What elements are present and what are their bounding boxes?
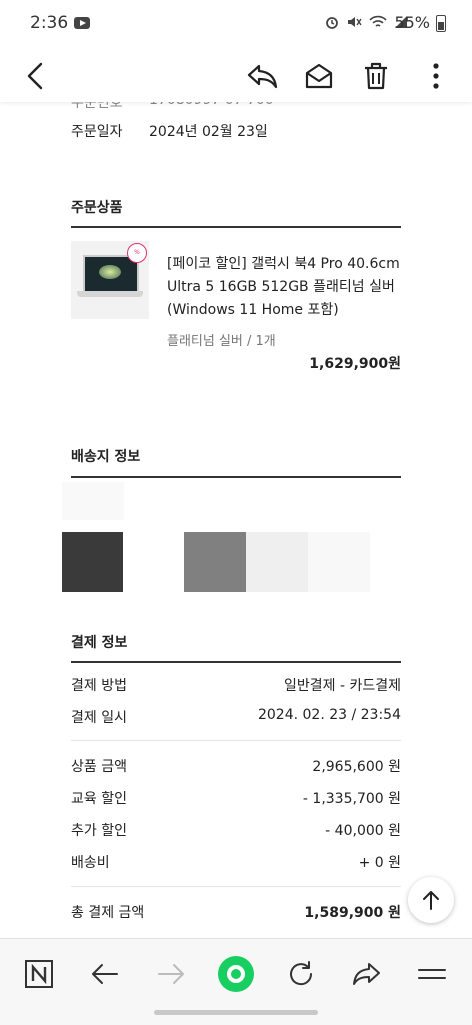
redacted-shipping-info [62, 532, 123, 592]
payment-item-row: 추가 할인 - 40,000 원 [71, 823, 401, 839]
share-icon[interactable] [345, 952, 389, 996]
product-section-title: 주문상품 [71, 200, 123, 216]
more-icon[interactable] [416, 56, 456, 96]
redacted-shipping-info [246, 532, 308, 592]
payment-divider [71, 886, 401, 887]
payment-total-label: 총 결제 금액 [71, 905, 145, 921]
redacted-shipping-info [184, 532, 246, 592]
payment-method-label: 결제 방법 [71, 678, 127, 694]
discount-badge-icon: % [127, 243, 147, 263]
payment-item-row: 교육 할인 - 1,335,700 원 [71, 791, 401, 807]
wifi-icon [369, 15, 387, 27]
mail-icon[interactable] [299, 56, 339, 96]
payment-item-row: 배송비 + 0 원 [71, 855, 401, 871]
reply-icon[interactable] [242, 56, 282, 96]
payment-section-title: 결제 정보 [71, 635, 128, 651]
order-date-value: 2024년 02월 23일 [149, 124, 268, 140]
payment-datetime-row: 결제 일시 2024. 02. 23 / 23:54 [71, 707, 401, 727]
green-dot-icon[interactable] [214, 952, 258, 996]
shipping-section-title: 배송지 정보 [71, 449, 141, 465]
trash-icon[interactable] [356, 56, 396, 96]
mute-icon [348, 17, 363, 27]
menu-icon[interactable] [410, 952, 454, 996]
refresh-icon[interactable] [279, 952, 323, 996]
product-name[interactable]: [페이코 할인] 갤럭시 북4 Pro 40.6cm Ultra 5 16GB … [167, 253, 407, 322]
browser-back-icon[interactable] [83, 952, 127, 996]
order-detail-content[interactable]: 주문번호 17080997 07 700 주문일자 2024년 02월 23일 … [0, 90, 472, 938]
naver-icon[interactable] [17, 952, 61, 996]
payment-method-value: 일반결제 - 카드결제 [284, 678, 401, 694]
payment-section-divider [71, 661, 401, 663]
payment-method-row: 결제 방법 일반결제 - 카드결제 [71, 675, 401, 695]
browser-forward-icon[interactable] [149, 952, 193, 996]
payment-datetime-label: 결제 일시 [71, 710, 127, 726]
payment-total-row: 총 결제 금액 1,589,900 원 [71, 902, 401, 922]
arrow-up-icon [423, 891, 439, 910]
product-option: 플래티넘 실버 / 1개 [167, 334, 276, 349]
status-bar: 2:36 55% [0, 0, 472, 50]
scroll-to-top-button[interactable] [408, 877, 454, 923]
shipping-section-divider [71, 476, 401, 478]
payment-datetime-value: 2024. 02. 23 / 23:54 [257, 707, 401, 723]
alarm-icon [325, 17, 338, 29]
product-thumbnail[interactable]: % [71, 241, 149, 319]
battery-level: 55% [394, 13, 430, 32]
youtube-icon [74, 17, 90, 29]
back-icon[interactable] [16, 56, 56, 96]
status-time: 2:36 [30, 13, 69, 33]
product-section-divider [71, 226, 401, 228]
app-bar [0, 50, 472, 102]
product-price: 1,629,900원 [309, 356, 401, 372]
payment-item-row: 상품 금액 2,965,600 원 [71, 759, 401, 775]
payment-divider [71, 740, 401, 741]
redacted-shipping-info [62, 482, 124, 520]
payment-total-value: 1,589,900 원 [304, 905, 401, 921]
redacted-shipping-info [308, 532, 370, 592]
home-indicator[interactable] [154, 1010, 318, 1015]
order-date-label: 주문일자 [71, 124, 123, 140]
battery-icon [436, 15, 446, 32]
